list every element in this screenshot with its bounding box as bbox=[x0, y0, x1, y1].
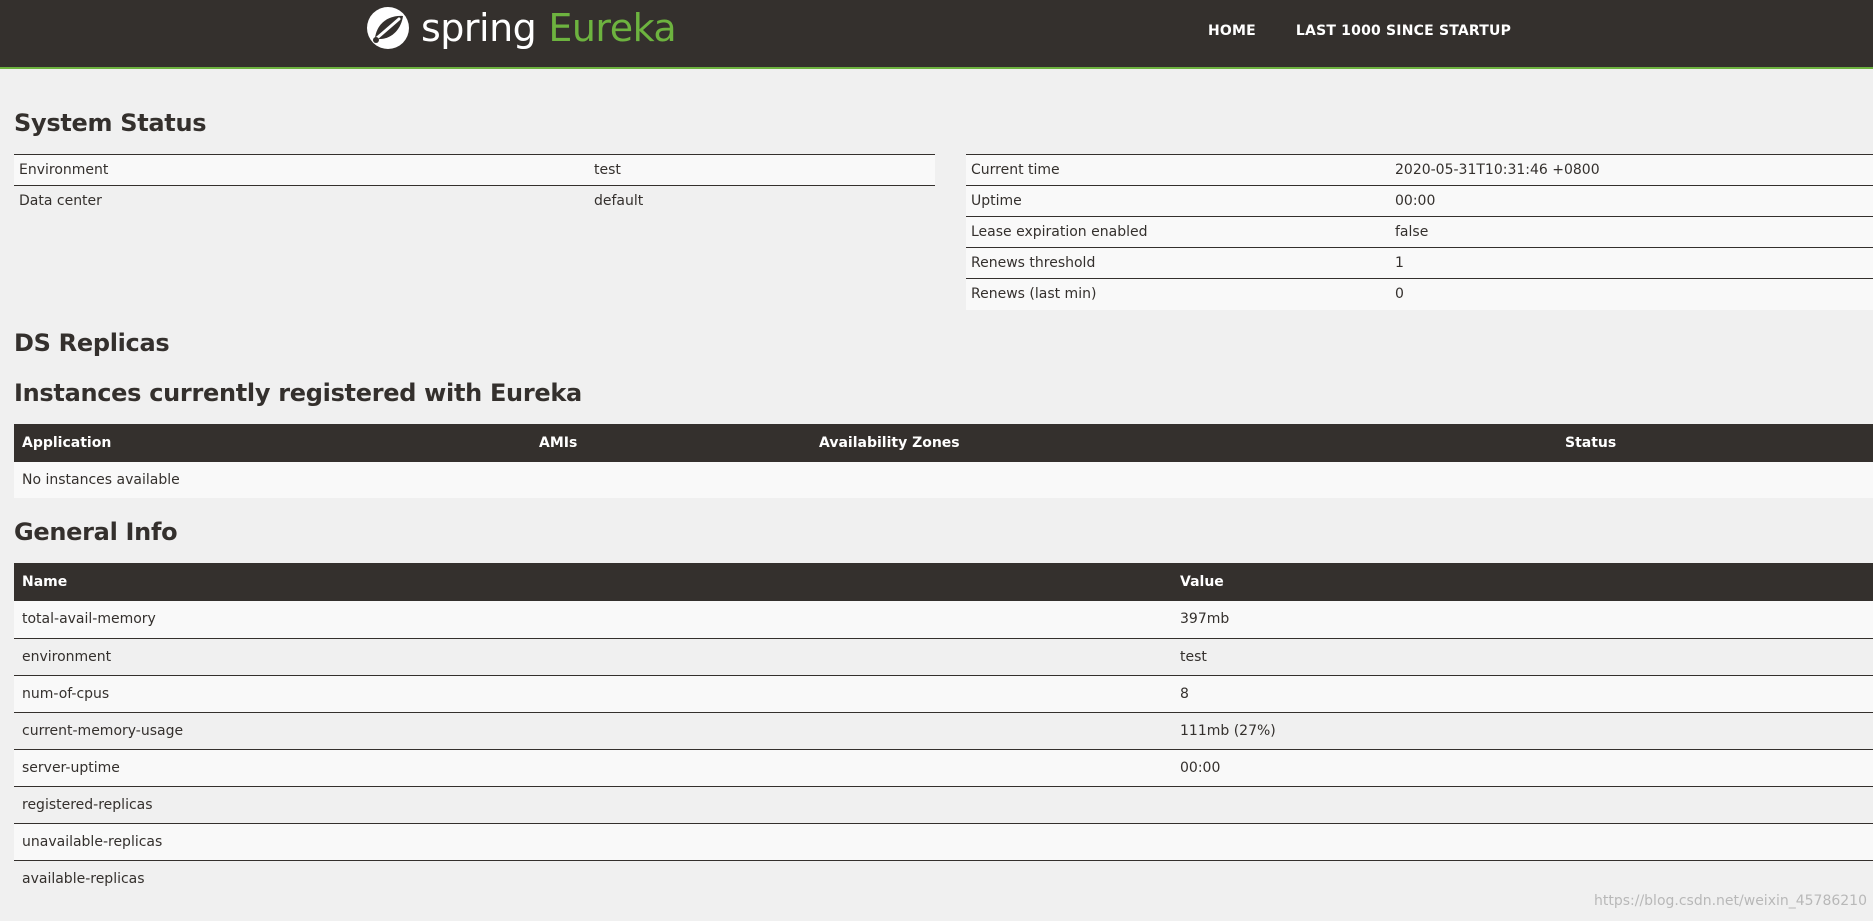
info-value: test bbox=[1172, 637, 1873, 675]
status-label: Renews (last min) bbox=[966, 278, 1390, 310]
status-value: 0 bbox=[1390, 278, 1873, 310]
status-value: test bbox=[589, 154, 935, 186]
table-row: total-avail-memory 397mb bbox=[14, 601, 1873, 638]
general-info-heading: General Info bbox=[14, 518, 178, 546]
table-row: Lease expiration enabled false bbox=[966, 216, 1873, 248]
status-label: Current time bbox=[966, 154, 1390, 186]
column-header-availability-zones[interactable]: Availability Zones bbox=[811, 424, 1557, 462]
nav-links: HOME LAST 1000 SINCE STARTUP bbox=[1208, 0, 1551, 62]
system-status-left-table: Environment test Data center default bbox=[14, 154, 935, 217]
table-row: current-memory-usage 111mb (27%) bbox=[14, 711, 1873, 749]
table-row: Uptime 00:00 bbox=[966, 185, 1873, 217]
system-status-right-table: Current time 2020-05-31T10:31:46 +0800 U… bbox=[966, 154, 1873, 310]
instances-heading: Instances currently registered with Eure… bbox=[14, 379, 582, 407]
nav-link-home[interactable]: HOME bbox=[1208, 23, 1256, 39]
info-name: server-uptime bbox=[14, 748, 1172, 786]
table-row: registered-replicas bbox=[14, 785, 1873, 823]
brand-eureka-text: Eureka bbox=[548, 6, 677, 50]
info-value: 8 bbox=[1172, 674, 1873, 712]
info-value: 397mb bbox=[1172, 601, 1873, 638]
table-header-row: Name Value bbox=[14, 563, 1873, 601]
nav-link-last-1000[interactable]: LAST 1000 SINCE STARTUP bbox=[1296, 23, 1511, 39]
column-header-value[interactable]: Value bbox=[1172, 563, 1873, 601]
info-name: current-memory-usage bbox=[14, 711, 1172, 749]
no-instances-text: No instances available bbox=[14, 462, 1873, 498]
table-row: environment test bbox=[14, 637, 1873, 675]
column-header-amis[interactable]: AMIs bbox=[531, 424, 811, 462]
status-value: false bbox=[1390, 216, 1873, 248]
status-value: default bbox=[589, 185, 935, 217]
table-row: Data center default bbox=[14, 185, 935, 217]
table-row: Renews threshold 1 bbox=[966, 247, 1873, 279]
table-row: Renews (last min) 0 bbox=[966, 278, 1873, 310]
info-value: 00:00 bbox=[1172, 748, 1873, 786]
table-row: server-uptime 00:00 bbox=[14, 748, 1873, 786]
top-navbar: spring Eureka HOME LAST 1000 SINCE START… bbox=[0, 0, 1873, 69]
watermark-text: https://blog.csdn.net/weixin_45786210 bbox=[1593, 893, 1867, 909]
table-row: Current time 2020-05-31T10:31:46 +0800 bbox=[966, 154, 1873, 186]
info-name: available-replicas bbox=[14, 859, 1172, 897]
info-value bbox=[1172, 785, 1873, 823]
spring-leaf-icon bbox=[367, 7, 409, 49]
info-value: 111mb (27%) bbox=[1172, 711, 1873, 749]
brand-spring-text: spring bbox=[421, 6, 537, 50]
status-label: Data center bbox=[14, 185, 589, 217]
info-name: unavailable-replicas bbox=[14, 822, 1172, 860]
status-label: Environment bbox=[14, 154, 589, 186]
table-header-row: Application AMIs Availability Zones Stat… bbox=[14, 424, 1873, 462]
info-name: total-avail-memory bbox=[14, 601, 1172, 638]
info-name: num-of-cpus bbox=[14, 674, 1172, 712]
table-row: No instances available bbox=[14, 462, 1873, 498]
brand-logo[interactable]: spring Eureka bbox=[365, 4, 677, 52]
info-value bbox=[1172, 822, 1873, 860]
table-row: unavailable-replicas bbox=[14, 822, 1873, 860]
info-value bbox=[1172, 859, 1873, 897]
info-name: registered-replicas bbox=[14, 785, 1172, 823]
column-header-name[interactable]: Name bbox=[14, 563, 1172, 601]
general-info-table: Name Value total-avail-memory 397mb envi… bbox=[14, 563, 1873, 897]
system-status-heading: System Status bbox=[14, 109, 207, 137]
info-name: environment bbox=[14, 637, 1172, 675]
instances-table: Application AMIs Availability Zones Stat… bbox=[14, 424, 1873, 498]
table-row: Environment test bbox=[14, 154, 935, 186]
table-row: available-replicas bbox=[14, 859, 1873, 897]
ds-replicas-heading: DS Replicas bbox=[14, 329, 170, 357]
status-value: 1 bbox=[1390, 247, 1873, 279]
table-row: num-of-cpus 8 bbox=[14, 674, 1873, 712]
status-label: Renews threshold bbox=[966, 247, 1390, 279]
column-header-status[interactable]: Status bbox=[1557, 424, 1873, 462]
status-label: Lease expiration enabled bbox=[966, 216, 1390, 248]
column-header-application[interactable]: Application bbox=[14, 424, 531, 462]
status-value: 2020-05-31T10:31:46 +0800 bbox=[1390, 154, 1873, 186]
status-label: Uptime bbox=[966, 185, 1390, 217]
status-value: 00:00 bbox=[1390, 185, 1873, 217]
